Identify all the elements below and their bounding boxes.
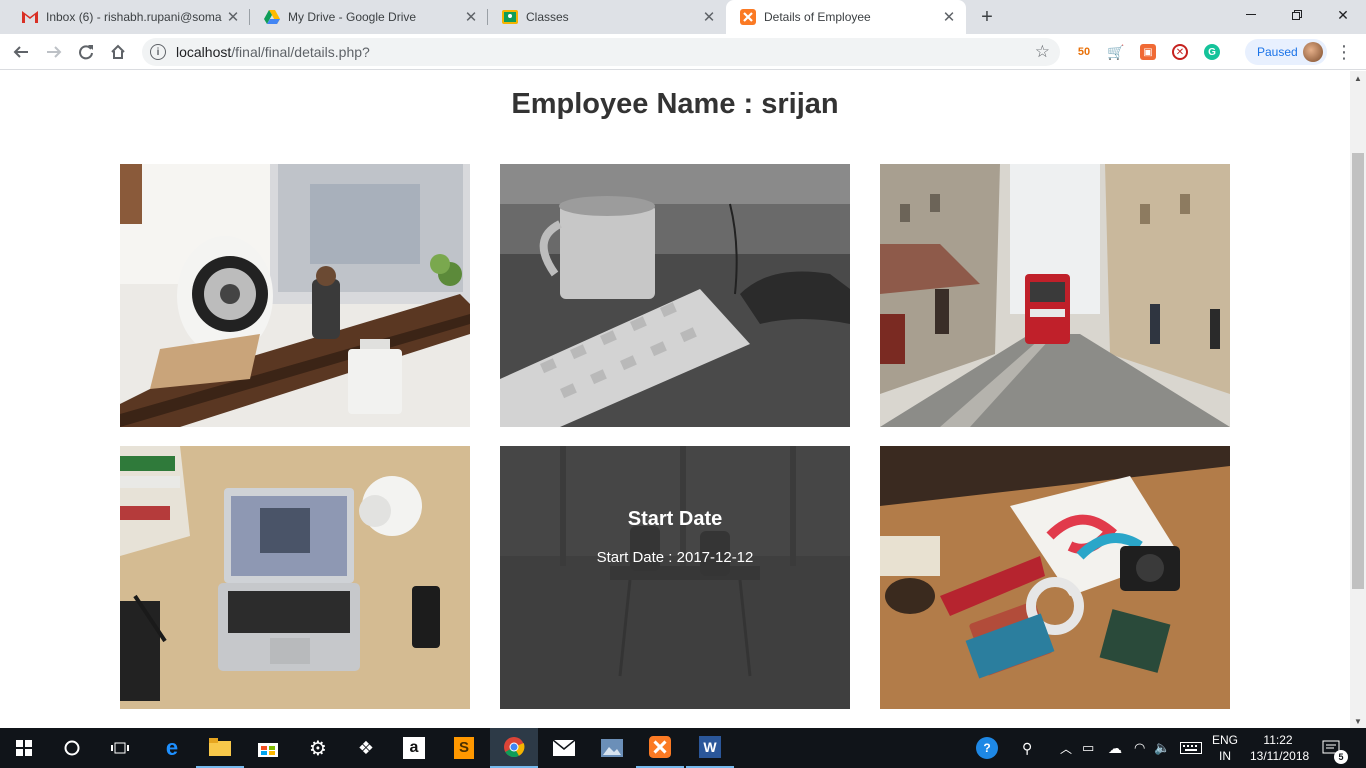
edge-icon[interactable]: e [148,728,196,768]
tab-gmail[interactable]: Inbox (6) - rishabh.rupani@soma ✕ [8,0,250,34]
forward-icon[interactable] [40,38,68,66]
restore-button[interactable] [1274,0,1320,30]
avatar [1303,42,1323,62]
tab-title: My Drive - Google Drive [288,10,417,24]
gallery-tile-tram-street[interactable] [880,164,1230,427]
tile-overlay: Start Date Start Date : 2017-12-12 [500,446,850,709]
gallery-tile-keyboard[interactable] [500,164,850,427]
page-title: Employee Name : srijan [511,88,839,120]
menu-icon[interactable]: ⋮ [1334,38,1354,66]
site-info-icon[interactable]: i [150,44,166,60]
notification-count: 5 [1334,750,1348,764]
start-date-text: Start Date : 2017-12-12 [596,549,754,566]
profile-status: Paused [1257,45,1298,59]
scroll-up-arrow[interactable]: ▲ [1350,71,1366,85]
language-code: ENG [1211,733,1238,747]
sublime-icon[interactable]: S [440,728,488,768]
notifications-icon[interactable]: 5 [1322,728,1348,768]
drive-icon [264,9,280,25]
cart-icon[interactable]: 🛒 [1107,44,1125,60]
system-clock[interactable]: 11:22 13/11/2018 [1250,732,1310,764]
blocker-icon[interactable]: ✕ [1172,44,1188,60]
gallery-tile-workspace[interactable] [880,446,1230,709]
wifi-icon[interactable]: ◠ [1134,728,1145,768]
url-host: localhost [176,44,232,60]
close-tab-icon[interactable]: ✕ [698,6,720,28]
store-icon[interactable] [244,728,292,768]
tab-strip: Inbox (6) - rishabh.rupani@soma ✕ My Dri… [0,0,1366,34]
gallery-tile-start-date[interactable]: Start Date Start Date : 2017-12-12 [500,446,850,709]
tab-title: Details of Employee [764,10,871,24]
gallery-tile-laptop[interactable] [120,446,470,709]
help-icon[interactable]: ? [976,728,998,768]
settings-icon[interactable]: ⚙ [294,728,342,768]
xampp-icon[interactable] [636,728,684,768]
windows-taskbar: e ⚙ ❖ a S W ? ⚲ ︿ ▭ ☁ ◠ 🔈 ENG IN 11:22 1… [0,728,1366,768]
page-viewport: Employee Name : srijan Start Date Start … [0,71,1350,728]
minimize-button[interactable] [1228,0,1274,30]
gmail-icon [22,9,38,25]
clock-time: 11:22 [1263,733,1293,747]
close-tab-icon[interactable]: ✕ [460,6,482,28]
url-text: localhost/final/final/details.php? [176,44,370,60]
gallery-tile-desk-speaker[interactable] [120,164,470,427]
grammarly-icon[interactable]: G [1204,44,1220,60]
mail-icon[interactable] [540,728,588,768]
close-tab-icon[interactable]: ✕ [222,6,244,28]
people-icon[interactable]: ⚲ [1022,728,1032,768]
tab-details-of-employee[interactable]: Details of Employee ✕ [726,0,966,34]
bookmark-star-icon[interactable]: ☆ [1035,42,1050,62]
chrome-icon[interactable] [490,728,538,768]
new-tab-button[interactable]: + [976,6,998,28]
battery-icon[interactable]: ▭ [1082,728,1094,768]
volume-icon[interactable]: 🔈 [1154,728,1170,768]
xampp-icon [740,9,756,25]
word-icon[interactable]: W [686,728,734,768]
tab-drive[interactable]: My Drive - Google Drive ✕ [250,0,488,34]
show-hidden-icons-icon[interactable]: ︿ [1060,728,1072,768]
overlay-title: Start Date [627,508,723,530]
task-view-icon[interactable] [96,728,144,768]
clock-date: 13/11/2018 [1250,749,1310,763]
extension-50-icon[interactable]: 50 [1076,44,1092,60]
tram-street-photo [880,164,1230,427]
language-indicator[interactable]: ENG IN [1210,732,1240,764]
scroll-down-arrow[interactable]: ▼ [1350,714,1366,728]
url-path: /final/final/details.php? [231,44,370,60]
onedrive-icon[interactable]: ☁ [1108,728,1122,768]
windows-start-icon[interactable] [0,728,48,768]
tab-title: Classes [526,10,569,24]
address-bar[interactable]: i localhost/final/final/details.php? ☆ [142,38,1060,66]
tab-classes[interactable]: Classes ✕ [488,0,726,34]
keyboard-mug-photo [500,164,850,427]
scrollbar-thumb[interactable] [1352,153,1364,589]
classroom-icon [502,9,518,25]
home-icon[interactable] [104,38,132,66]
back-icon[interactable] [7,38,35,66]
close-window-button[interactable]: ✕ [1320,0,1366,30]
region-code: IN [1219,749,1231,763]
laptop-desk-photo [120,446,470,709]
tab-title: Inbox (6) - rishabh.rupani@soma [46,10,222,24]
amazon-icon[interactable]: a [390,728,438,768]
workspace-flatlay-photo [880,446,1230,709]
browser-toolbar: i localhost/final/final/details.php? ☆ 5… [0,34,1366,70]
photos-icon[interactable] [588,728,636,768]
profile-button[interactable]: Paused [1245,39,1327,65]
desk-speaker-photo [120,164,470,427]
cortana-icon[interactable] [48,728,96,768]
page-scrollbar[interactable]: ▲ ▼ [1350,71,1366,728]
keyboard-icon[interactable] [1180,728,1202,768]
close-tab-icon[interactable]: ✕ [938,6,960,28]
file-explorer-icon[interactable] [196,728,244,768]
dropbox-icon[interactable]: ❖ [342,728,390,768]
reload-icon[interactable] [72,38,100,66]
lock-extension-icon[interactable]: ▣ [1140,44,1156,60]
